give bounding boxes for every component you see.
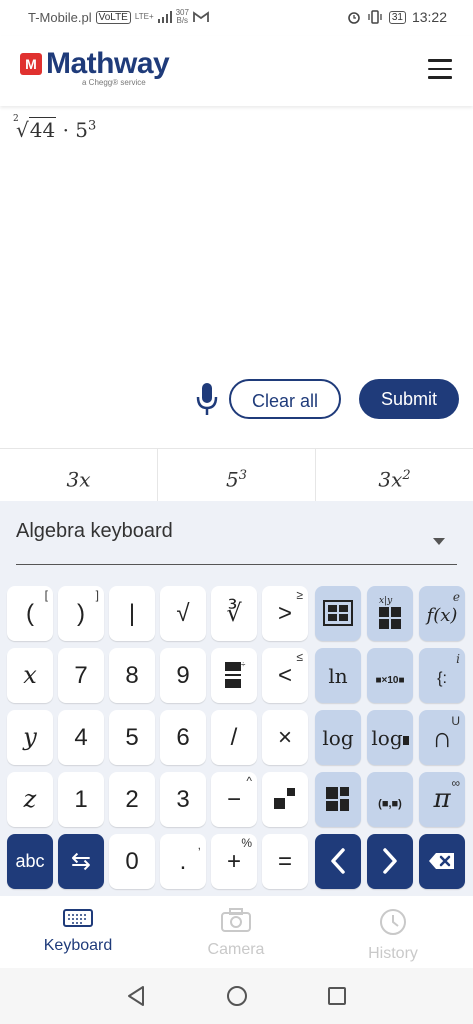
app-logo: Mathway: [46, 47, 170, 80]
nav-keyboard[interactable]: Keyboard: [28, 908, 128, 955]
key-9[interactable]: 9: [160, 648, 206, 703]
key-log[interactable]: log: [315, 710, 361, 765]
key-close-paren[interactable]: ]): [58, 586, 104, 641]
system-navigation-bar: [0, 968, 473, 1024]
vibrate-icon: [368, 10, 382, 24]
battery-icon: 31: [388, 10, 406, 24]
root-index: 2: [13, 114, 19, 124]
key-2[interactable]: 2: [109, 772, 155, 827]
key-nth-root[interactable]: ∛: [211, 586, 257, 641]
camera-icon: [221, 908, 251, 932]
key-subscript[interactable]: [315, 772, 361, 827]
svg-text:÷: ÷: [241, 660, 246, 669]
keyboard-type-select[interactable]: Algebra keyboard: [16, 520, 457, 565]
status-bar: T-Mobile.pl VoLTE LTE+ 307 B/s 31 13:22: [0, 0, 473, 36]
key-fraction[interactable]: ÷: [211, 648, 257, 703]
key-0[interactable]: 0: [109, 834, 155, 889]
suggestion-bar: 3x 53 3x2: [0, 448, 473, 502]
suggestion-item[interactable]: 3x: [0, 449, 158, 502]
key-open-paren[interactable]: [(: [7, 586, 53, 641]
key-plus[interactable]: % +: [211, 834, 257, 889]
clear-all-button[interactable]: Clear all: [229, 379, 341, 419]
key-matrix[interactable]: [315, 586, 361, 641]
key-ordered-pair[interactable]: (■,■): [367, 772, 413, 827]
key-x[interactable]: x: [7, 648, 53, 703]
power-icon: [274, 788, 295, 809]
key-pi[interactable]: ∞ π: [419, 772, 465, 827]
lte-indicator: LTE+: [134, 12, 154, 21]
gmail-icon: [193, 11, 209, 22]
history-icon: [380, 909, 406, 935]
key-abs[interactable]: |: [109, 586, 155, 641]
multiply-operator: ·: [62, 118, 69, 142]
math-input[interactable]: 2 √44 · 53: [13, 114, 97, 142]
recents-icon[interactable]: [327, 986, 347, 1006]
mathway-logo-icon: M: [20, 53, 42, 75]
logo-subtitle: a Chegg® service: [82, 78, 146, 87]
key-1[interactable]: 1: [58, 772, 104, 827]
key-multiply[interactable]: ×: [262, 710, 308, 765]
backspace-icon[interactable]: [419, 834, 465, 889]
cursor-right-icon[interactable]: [367, 834, 413, 889]
key-log-base[interactable]: log: [367, 710, 413, 765]
signal-icon: [157, 11, 172, 23]
clock: 13:22: [411, 9, 447, 25]
key-8[interactable]: 8: [109, 648, 155, 703]
key-ln[interactable]: ln: [315, 648, 361, 703]
alarm-icon: [348, 12, 360, 24]
carrier-name: T-Mobile.pl: [28, 9, 92, 25]
radicand: 44: [28, 117, 57, 142]
key-z[interactable]: z: [7, 772, 53, 827]
key-decimal[interactable]: ,.: [160, 834, 206, 889]
volte-badge: VoLTE: [95, 10, 131, 24]
keyboard-type-label: Algebra keyboard: [16, 520, 173, 542]
nth-root: 2 √44: [13, 114, 57, 142]
svg-text:x|y: x|y: [379, 596, 393, 606]
back-icon[interactable]: [125, 985, 147, 1007]
key-fraction-table[interactable]: x|y: [367, 586, 413, 641]
submit-button[interactable]: Submit: [359, 379, 459, 419]
power-exponent: 3: [88, 118, 97, 134]
key-y[interactable]: y: [7, 710, 53, 765]
power-base: 5: [75, 118, 89, 142]
matrix-icon: [323, 600, 353, 626]
key-scientific-notation[interactable]: ■×10■: [367, 648, 413, 703]
nav-camera[interactable]: Camera: [186, 908, 286, 959]
data-speed-unit: B/s: [176, 16, 189, 25]
key-less-than[interactable]: ≤ <: [262, 648, 308, 703]
swap-icon[interactable]: ⇆: [58, 834, 104, 889]
suggestion-item[interactable]: 53: [158, 449, 316, 502]
abc-keyboard-button[interactable]: abc: [7, 834, 53, 889]
key-equals[interactable]: =: [262, 834, 308, 889]
microphone-icon[interactable]: [193, 381, 221, 417]
key-4[interactable]: 4: [58, 710, 104, 765]
dropdown-caret-icon: [433, 538, 445, 545]
key-7[interactable]: 7: [58, 648, 104, 703]
table-icon: x|y: [379, 596, 401, 629]
nav-history[interactable]: History: [343, 908, 443, 963]
key-sqrt[interactable]: √: [160, 586, 206, 641]
fraction-icon: ÷: [225, 660, 246, 688]
home-icon[interactable]: [226, 985, 248, 1007]
suggestion-item[interactable]: 3x2: [316, 449, 473, 502]
key-6[interactable]: 6: [160, 710, 206, 765]
key-power[interactable]: [262, 772, 308, 827]
keyboard-icon: [63, 909, 93, 927]
subscript-icon: [326, 787, 349, 811]
cursor-left-icon[interactable]: [315, 834, 361, 889]
menu-icon[interactable]: [428, 59, 452, 79]
key-5[interactable]: 5: [109, 710, 155, 765]
